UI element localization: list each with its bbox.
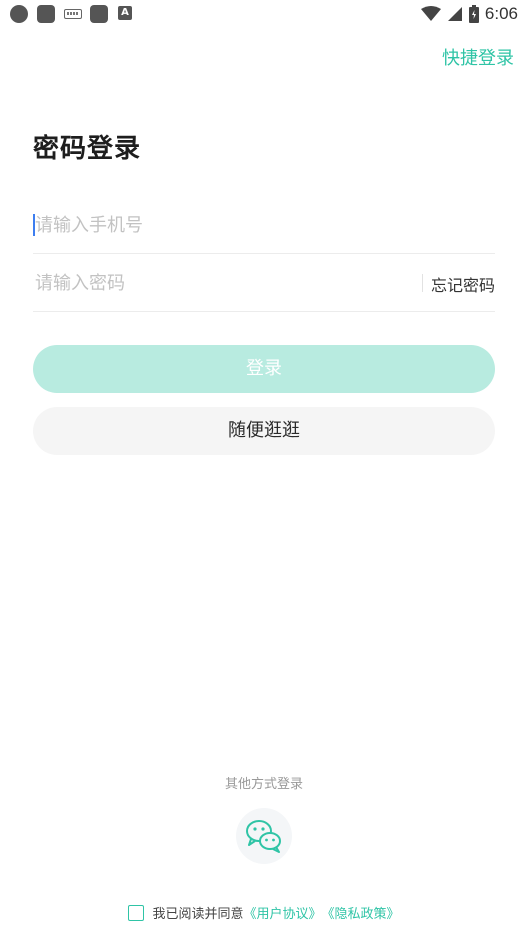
agreement-row: 我已阅读并同意 《用户协议》 《隐私政策》 bbox=[0, 903, 528, 922]
keyboard-icon bbox=[64, 9, 82, 19]
a-icon: A bbox=[118, 6, 132, 20]
status-bar: A 6:06 bbox=[0, 0, 528, 28]
password-input[interactable] bbox=[35, 254, 415, 312]
status-time: 6:06 bbox=[484, 4, 518, 23]
agree-checkbox[interactable] bbox=[128, 904, 145, 921]
page-title: 密码登录 bbox=[33, 134, 142, 164]
battery-icon bbox=[468, 5, 479, 23]
agree-text: 我已阅读并同意 bbox=[152, 907, 244, 922]
password-field: 忘记密码 bbox=[33, 254, 495, 312]
notification-app-icon bbox=[90, 5, 108, 23]
privacy-policy-link[interactable]: 《隐私政策》 bbox=[322, 903, 400, 922]
login-button[interactable]: 登录 bbox=[33, 345, 495, 393]
signal-icon bbox=[447, 7, 462, 21]
wechat-icon bbox=[246, 820, 281, 853]
notification-dot-icon bbox=[10, 5, 28, 23]
field-divider bbox=[422, 274, 423, 292]
browse-button[interactable]: 随便逛逛 bbox=[33, 407, 495, 455]
notification-app-icon bbox=[37, 5, 55, 23]
wechat-login-button[interactable] bbox=[236, 808, 292, 864]
forgot-password-link[interactable]: 忘记密码 bbox=[431, 272, 495, 296]
user-agreement-link[interactable]: 《用户协议》 bbox=[243, 903, 321, 922]
phone-input[interactable] bbox=[35, 196, 490, 254]
quick-login-link[interactable]: 快捷登录 bbox=[442, 44, 514, 70]
wifi-icon bbox=[420, 6, 441, 21]
phone-field bbox=[33, 196, 495, 254]
other-login-methods-label: 其他方式登录 bbox=[224, 777, 303, 792]
